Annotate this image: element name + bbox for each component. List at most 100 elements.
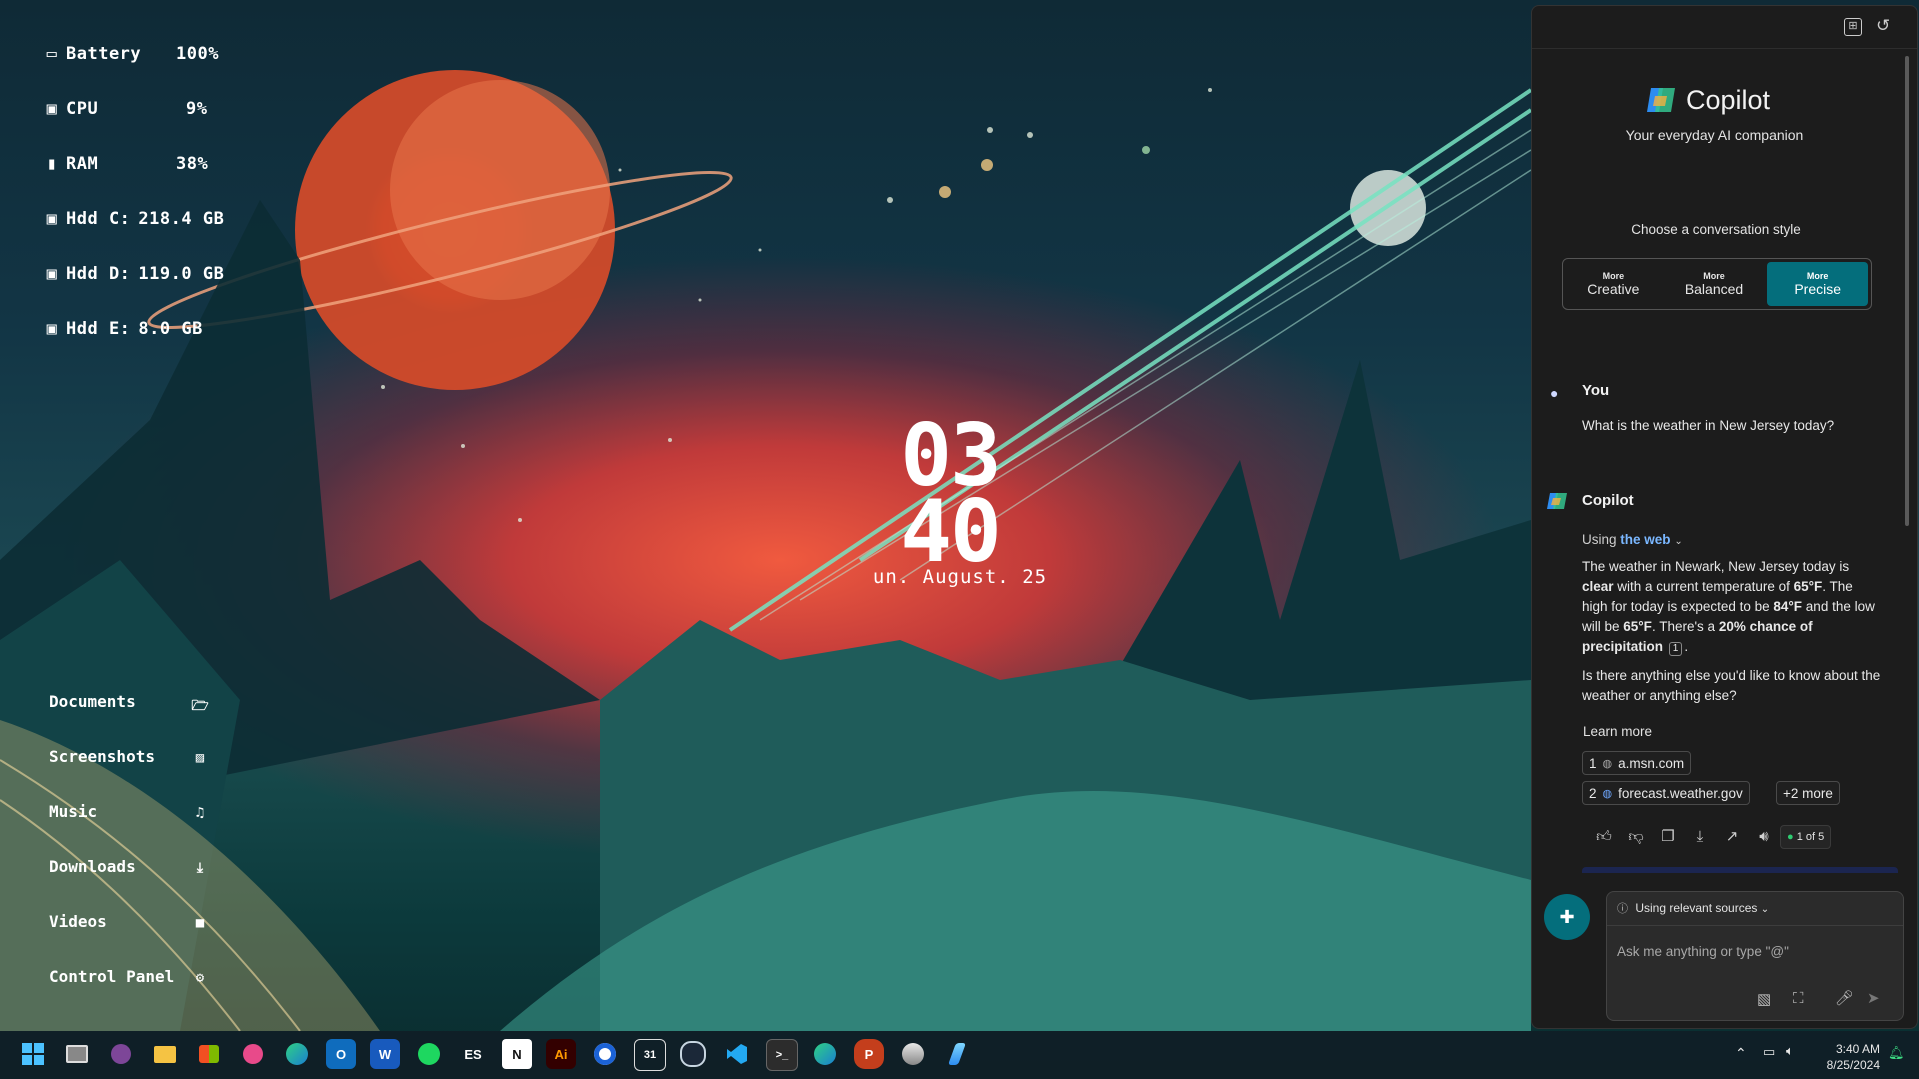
- gear-icon: ⚙: [195, 969, 205, 986]
- illustrator-icon[interactable]: Ai: [546, 1039, 576, 1069]
- paint-icon[interactable]: [238, 1039, 268, 1069]
- read-aloud-icon[interactable]: 🔊︎: [1755, 828, 1773, 846]
- steam-icon[interactable]: [678, 1039, 708, 1069]
- stat-battery: ▭ Battery 100%: [44, 44, 219, 64]
- thumbs-down-icon[interactable]: 👎︎: [1627, 828, 1645, 846]
- style-label: Balanced: [1684, 281, 1744, 297]
- style-creative-button[interactable]: More Creative: [1563, 259, 1664, 309]
- using-web-toggle[interactable]: Using the web ⌄: [1582, 532, 1683, 547]
- answer-text: . There's a: [1651, 619, 1719, 634]
- notification-bell-icon[interactable]: 🔔︎: [1888, 1045, 1905, 1061]
- shortcut-label: Control Panel: [49, 967, 175, 986]
- sources-selector[interactable]: ⓘ Using relevant sources ⌄: [1617, 900, 1769, 916]
- store-icon[interactable]: [194, 1039, 224, 1069]
- stat-value: 8.0 GB: [138, 319, 203, 339]
- stat-label: CPU: [66, 99, 99, 119]
- vscode-icon[interactable]: [722, 1039, 752, 1069]
- spotify-icon[interactable]: [414, 1039, 444, 1069]
- copilot-tagline: Your everyday AI companion: [1625, 127, 1804, 143]
- shortcut-label: Music: [49, 802, 98, 821]
- chat-input[interactable]: Ask me anything or type "@": [1617, 944, 1789, 959]
- shortcut-videos[interactable]: Videos ■: [49, 912, 209, 931]
- stat-value: 119.0 GB: [138, 264, 225, 284]
- stat-value: 9%: [186, 99, 208, 119]
- powerpoint-icon[interactable]: P: [854, 1039, 884, 1069]
- stat-value: 38%: [176, 154, 209, 174]
- panel-header: ⊞ ↺: [1532, 6, 1917, 49]
- shortcut-documents[interactable]: Documents 🗁: [49, 692, 209, 714]
- stat-hdd-e: ▣ Hdd E: 8.0 GB: [44, 319, 203, 339]
- microphone-icon[interactable]: 🎤︎: [1835, 989, 1854, 1007]
- chevron-up-icon[interactable]: ⌃: [1735, 1045, 1747, 1062]
- history-icon[interactable]: ↺: [1876, 16, 1890, 36]
- task-view-icon[interactable]: [62, 1039, 92, 1069]
- shortcut-downloads[interactable]: Downloads ⤓: [49, 857, 209, 876]
- source-link-1[interactable]: 1 ◍ a.msn.com: [1582, 751, 1692, 775]
- source-link-2[interactable]: 2 ◍ forecast.weather.gov: [1582, 781, 1750, 805]
- style-prompt: Choose a conversation style: [1631, 222, 1801, 237]
- stat-value: 218.4 GB: [138, 209, 225, 229]
- system-clock[interactable]: 3:40 AM 8/25/2024: [1820, 1041, 1880, 1073]
- tor-browser-icon[interactable]: [106, 1039, 136, 1069]
- outlook-icon[interactable]: O: [326, 1039, 356, 1069]
- globe-app-icon[interactable]: [898, 1039, 928, 1069]
- weather-gov-icon: ◍: [1602, 787, 1613, 800]
- system-time: 3:40 AM: [1835, 1042, 1880, 1056]
- copilot-title: Copilot: [1686, 85, 1771, 115]
- stat-value: 100%: [176, 44, 219, 64]
- file-explorer-icon[interactable]: [150, 1039, 180, 1069]
- screenshot-icon[interactable]: ⛶: [1793, 990, 1804, 1007]
- edge-beta-icon[interactable]: [282, 1039, 312, 1069]
- scrollbar[interactable]: [1905, 56, 1909, 526]
- style-balanced-button[interactable]: More Balanced: [1664, 259, 1765, 309]
- shortcut-label: Documents: [49, 692, 136, 711]
- export-icon[interactable]: ⤓: [1691, 828, 1709, 846]
- style-small-label: More: [1602, 271, 1625, 281]
- using-prefix: Using: [1582, 532, 1617, 547]
- shortcut-control-panel[interactable]: Control Panel ⚙: [49, 967, 209, 986]
- network-icon[interactable]: ▭: [1763, 1044, 1775, 1060]
- using-web-link[interactable]: the web: [1620, 532, 1670, 547]
- send-icon[interactable]: ➤: [1867, 989, 1880, 1007]
- calendar-icon[interactable]: 31: [634, 1039, 666, 1071]
- user-message: What is the weather in New Jersey today?: [1582, 418, 1835, 433]
- new-topic-button[interactable]: ✚: [1544, 894, 1590, 940]
- word-icon[interactable]: W: [370, 1039, 400, 1069]
- apps-icon[interactable]: ⊞: [1844, 18, 1862, 36]
- style-label: Creative: [1587, 281, 1640, 297]
- thumbs-up-icon[interactable]: 👍︎: [1595, 828, 1613, 846]
- share-icon[interactable]: ↗: [1723, 828, 1741, 846]
- copy-icon[interactable]: ❐: [1659, 828, 1677, 846]
- scroll-fade-bar: [1582, 867, 1898, 873]
- edge-beta-2-icon[interactable]: [810, 1039, 840, 1069]
- shortcut-label: Videos: [49, 912, 107, 931]
- copilot-taskbar-icon[interactable]: [942, 1039, 972, 1069]
- start-button[interactable]: [18, 1039, 48, 1069]
- user-avatar-icon: ●: [1550, 385, 1559, 401]
- shortcut-music[interactable]: Music ♫: [49, 802, 209, 821]
- style-small-label: More: [1703, 271, 1725, 281]
- cpu-icon: ▣: [46, 99, 58, 119]
- stat-label: Battery: [66, 44, 142, 64]
- stat-label: Hdd C:: [66, 209, 131, 229]
- clock-date: un. August. 25: [872, 566, 1048, 588]
- bot-name: Copilot: [1582, 492, 1634, 509]
- terminal-icon[interactable]: >_: [766, 1039, 798, 1071]
- style-precise-button[interactable]: More Precise: [1767, 262, 1869, 306]
- stat-hdd-c: ▣ Hdd C: 218.4 GB: [44, 209, 224, 229]
- citation-badge[interactable]: 1: [1668, 642, 1683, 656]
- drive-icon: ▣: [46, 209, 58, 229]
- chat-input-box: ⓘ Using relevant sources ⌄ Ask me anythi…: [1606, 891, 1904, 1021]
- windows-logo-icon: [22, 1043, 44, 1065]
- notion-icon[interactable]: N: [502, 1039, 532, 1069]
- more-sources-button[interactable]: +2 more: [1776, 781, 1840, 805]
- video-camera-icon: ■: [195, 914, 205, 931]
- volume-icon[interactable]: 🔈︎: [1786, 1043, 1794, 1059]
- add-image-icon[interactable]: ▧: [1757, 990, 1771, 1008]
- es-file-icon[interactable]: ES: [458, 1039, 488, 1069]
- drive-icon: ▣: [46, 264, 58, 284]
- copilot-logo: [1645, 86, 1677, 114]
- bot-followup: Is there anything else you'd like to kno…: [1582, 668, 1881, 703]
- shortcut-screenshots[interactable]: Screenshots ▨: [49, 747, 209, 766]
- messenger-icon[interactable]: [590, 1039, 620, 1069]
